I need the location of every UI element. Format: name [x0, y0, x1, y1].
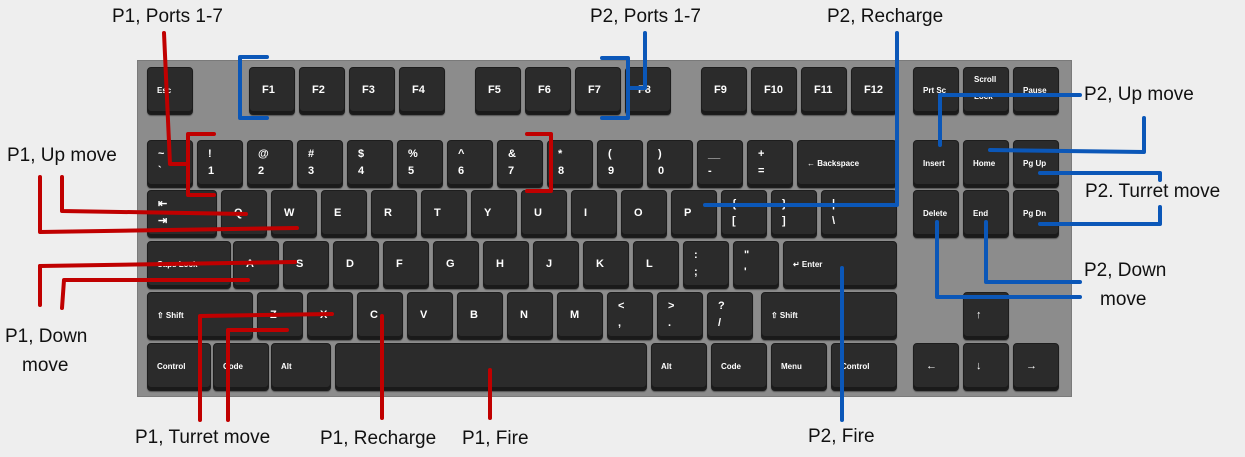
label-p2-turret-move: P2. Turret move — [1085, 181, 1221, 202]
p1-ports-line — [162, 31, 189, 166]
label-p1-fire: P1, Fire — [462, 428, 529, 449]
label-p1-ports: P1, Ports 1-7 — [112, 6, 223, 27]
p2-up-move-line-insert — [938, 93, 1082, 147]
p2-ports-bracket-right — [600, 56, 630, 120]
p1-ports-bracket-right — [525, 132, 553, 193]
p1-up-move-line-q — [60, 175, 248, 216]
p1-down-move-line-s — [38, 260, 297, 268]
label-p2-down-move-line2: move — [1100, 289, 1147, 310]
label-p2-up-move: P2, Up move — [1084, 84, 1194, 105]
label-p2-down-move-line1: P2, Down — [1084, 260, 1167, 281]
p2-down-move-line-end — [984, 220, 1082, 284]
label-p2-fire: P2, Fire — [808, 426, 875, 447]
p2-down-move-line-delete — [935, 220, 1082, 299]
label-p2-recharge: P2, Recharge — [827, 6, 944, 27]
label-p1-turret-move: P1, Turret move — [135, 427, 271, 448]
label-p1-up-move: P1, Up move — [7, 145, 117, 166]
p1-down-move-line-a — [60, 278, 250, 310]
p1-turret-move-line-z — [226, 328, 289, 422]
p2-up-move-line-home — [988, 116, 1146, 154]
annotation-lines — [38, 31, 1162, 422]
p1-up-move-line-w — [38, 175, 299, 234]
p2-ports-bracket-left — [238, 55, 269, 120]
p2-ports-line — [626, 31, 647, 90]
label-p1-down-move-line2: move — [22, 355, 69, 376]
p2-recharge-line — [703, 31, 899, 207]
label-p2-ports: P2, Ports 1-7 — [590, 6, 701, 27]
p2-turret-move-line-pgup — [1038, 171, 1162, 182]
p1-ports-bracket-left — [186, 132, 216, 197]
p2-turret-move-line-pgdn — [1038, 205, 1162, 226]
label-p1-recharge: P1, Recharge — [320, 428, 437, 449]
label-p1-down-move-line1: P1, Down — [5, 326, 88, 347]
